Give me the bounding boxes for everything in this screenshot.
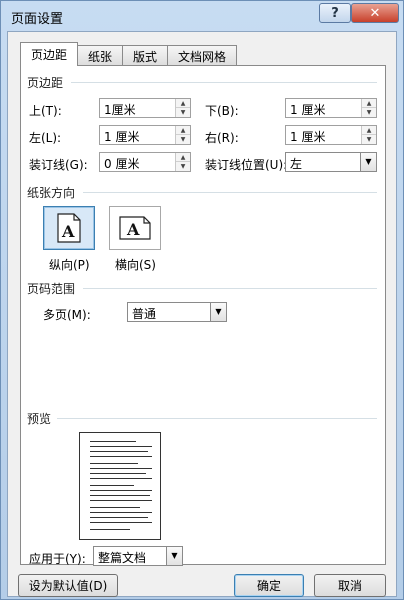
right-margin-value: 1 厘米 [290,130,326,144]
ok-button[interactable]: 确定 [234,574,304,597]
set-default-button[interactable]: 设为默认值(D) [18,574,118,597]
apply-to-label: 应用于(Y): [29,552,86,566]
spin-up-icon[interactable]: ▲ [362,126,376,135]
multiple-pages-label: 多页(M): [43,308,91,322]
dialog-title: 页面设置 [11,12,64,27]
help-icon: ? [331,5,339,21]
gutter-position-select[interactable]: 左 ▼ [285,152,377,172]
spin-down-icon[interactable]: ▼ [362,108,376,117]
spin-down-icon[interactable]: ▼ [176,108,190,117]
top-margin-value: 1厘米 [104,103,136,117]
title-bar[interactable]: 页面设置 ? ✕ [1,1,403,31]
landscape-label[interactable]: 横向(S) [115,256,156,273]
bottom-margin-value: 1 厘米 [290,103,326,117]
svg-text:A: A [61,222,75,241]
multiple-pages-value: 普通 [132,307,157,321]
gutter-value: 0 厘米 [104,157,140,171]
pages-section-label: 页码范围 [27,282,76,296]
tab-layout[interactable]: 版式 [122,45,169,66]
gutter-spinner[interactable]: 0 厘米 ▲ ▼ [99,152,191,172]
chevron-down-icon[interactable]: ▼ [166,547,182,565]
portrait-page-icon: A [57,213,81,243]
landscape-button[interactable]: A [109,206,161,250]
right-margin-label: 右(R): [205,131,239,145]
bottom-margin-label: 下(B): [205,104,239,118]
spin-down-icon[interactable]: ▼ [176,135,190,144]
tab-panel: 页边距 上(T): 1厘米 ▲ ▼ 下(B): 1 厘米 ▲ ▼ 左(L): 1 厘… [20,65,386,566]
gutter-position-value: 左 [290,157,303,171]
tab-margins[interactable]: 页边距 [20,42,79,66]
top-margin-label: 上(T): [29,104,62,118]
divider [83,192,377,193]
spin-up-icon[interactable]: ▲ [176,126,190,135]
preview-section-label: 预览 [27,412,52,426]
tab-strip: 页边距 纸张 版式 文档网格 [20,42,238,66]
preview-page [79,432,161,540]
spin-up-icon[interactable]: ▲ [176,99,190,108]
close-icon: ✕ [369,5,381,21]
portrait-button[interactable]: A [43,206,95,250]
tab-document-grid[interactable]: 文档网格 [167,45,238,66]
divider [83,288,377,289]
cancel-button[interactable]: 取消 [314,574,386,597]
apply-to-select[interactable]: 整篇文档 ▼ [93,546,183,566]
landscape-page-icon: A [119,216,151,240]
right-margin-spinner[interactable]: 1 厘米 ▲ ▼ [285,125,377,145]
chevron-down-icon[interactable]: ▼ [210,303,226,321]
gutter-position-label: 装订线位置(U): [205,158,288,172]
chevron-down-icon[interactable]: ▼ [360,153,376,171]
help-button[interactable]: ? [319,3,351,23]
gutter-label: 装订线(G): [29,158,88,172]
portrait-label[interactable]: 纵向(P) [49,256,90,273]
tab-paper[interactable]: 纸张 [77,45,124,66]
apply-to-value: 整篇文档 [98,551,147,565]
divider [71,82,377,83]
page-setup-dialog: 页面设置 ? ✕ 页边距 纸张 版式 文档网格 页边距 上(T): 1厘米 ▲ ▼… [0,0,404,600]
divider [57,418,377,419]
top-margin-spinner[interactable]: 1厘米 ▲ ▼ [99,98,191,118]
bottom-margin-spinner[interactable]: 1 厘米 ▲ ▼ [285,98,377,118]
spin-up-icon[interactable]: ▲ [176,153,190,162]
left-margin-spinner[interactable]: 1 厘米 ▲ ▼ [99,125,191,145]
svg-text:A: A [126,220,140,239]
orientation-section-label: 纸张方向 [27,186,76,200]
left-margin-value: 1 厘米 [104,130,140,144]
spin-up-icon[interactable]: ▲ [362,99,376,108]
left-margin-label: 左(L): [29,131,62,145]
spin-down-icon[interactable]: ▼ [362,135,376,144]
multiple-pages-select[interactable]: 普通 ▼ [127,302,227,322]
margins-section-label: 页边距 [27,76,64,90]
dialog-body: 页边距 纸张 版式 文档网格 页边距 上(T): 1厘米 ▲ ▼ 下(B): 1 … [7,31,397,597]
spin-down-icon[interactable]: ▼ [176,162,190,171]
close-button[interactable]: ✕ [351,3,399,23]
